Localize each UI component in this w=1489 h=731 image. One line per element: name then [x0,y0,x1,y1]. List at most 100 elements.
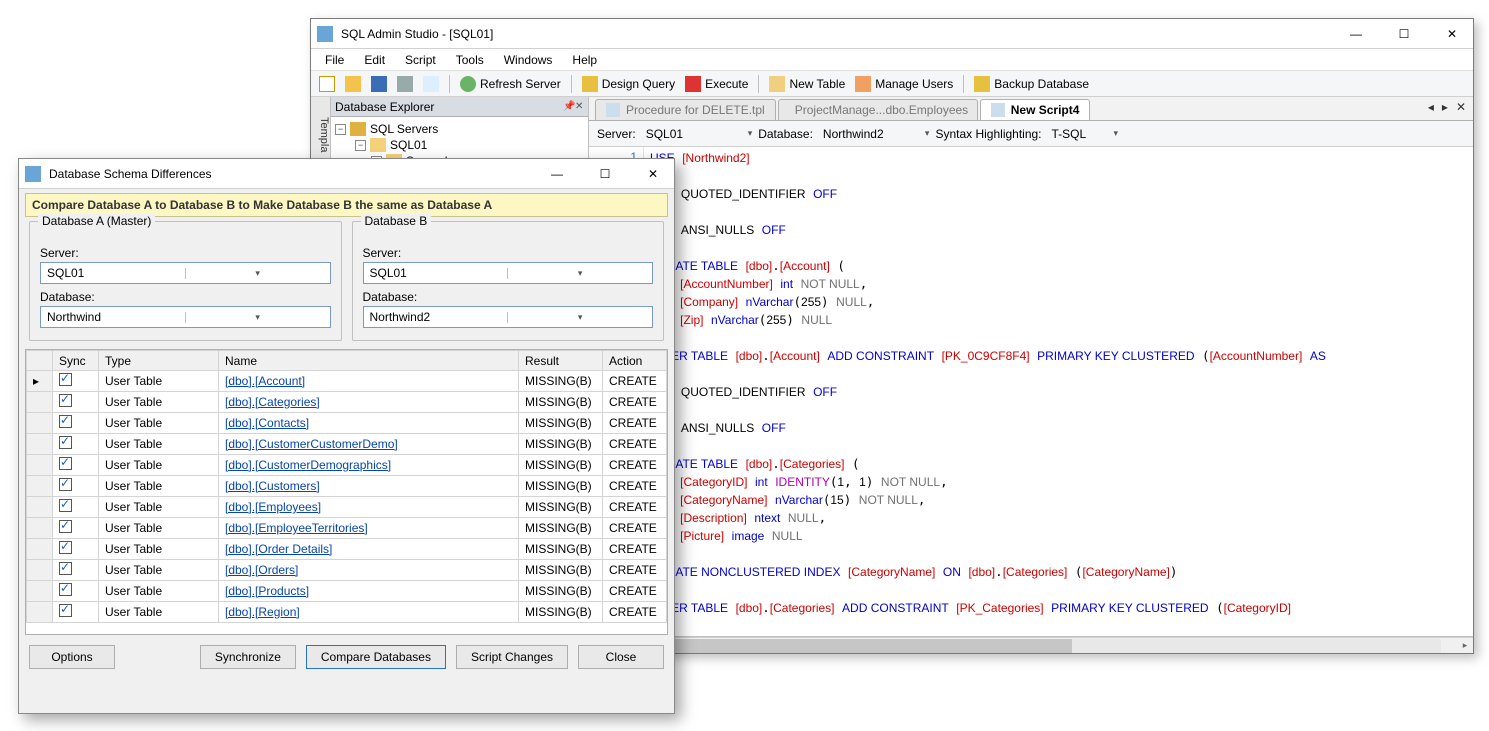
close-dialog-button[interactable]: Close [578,645,664,669]
table-row[interactable]: User Table[dbo].[EmployeeTerritories]MIS… [27,518,667,539]
table-row[interactable]: User Table[dbo].[Account]MISSING(B)CREAT… [27,371,667,392]
sync-cell[interactable] [53,518,99,539]
dialog-minimize-button[interactable]: — [542,164,572,184]
checkbox-icon[interactable] [59,436,72,449]
row-selector[interactable] [27,434,53,455]
col-type[interactable]: Type [99,351,219,371]
object-link[interactable]: [dbo].[Categories] [225,395,320,409]
dropdown-icon[interactable]: ▾ [507,312,652,323]
main-titlebar[interactable]: SQL Admin Studio - [SQL01] — ☐ ✕ [311,19,1473,49]
row-selector[interactable] [27,455,53,476]
dropdown-icon[interactable]: ▾ [1114,128,1119,139]
object-link[interactable]: [dbo].[EmployeeTerritories] [225,521,368,535]
sync-cell[interactable] [53,581,99,602]
tb-save-icon[interactable] [367,74,391,94]
scroll-right-icon[interactable]: ▸ [1457,640,1473,651]
row-selector[interactable] [27,602,53,623]
tab-employees[interactable]: ProjectManage...dbo.Employees [778,99,978,120]
tb-open-icon[interactable] [341,74,365,94]
col-result[interactable]: Result [519,351,603,371]
table-row[interactable]: User Table[dbo].[Employees]MISSING(B)CRE… [27,497,667,518]
checkbox-icon[interactable] [59,457,72,470]
sync-cell[interactable] [53,476,99,497]
object-link[interactable]: [dbo].[CustomerCustomerDemo] [225,437,398,451]
sync-cell[interactable] [53,413,99,434]
minimize-button[interactable]: — [1341,24,1371,44]
checkbox-icon[interactable] [59,415,72,428]
checkbox-icon[interactable] [59,604,72,617]
scroll-thumb[interactable] [621,639,1072,653]
checkbox-icon[interactable] [59,520,72,533]
tab-procedure-delete[interactable]: Procedure for DELETE.tpl [595,99,776,120]
object-link[interactable]: [dbo].[Account] [225,374,305,388]
col-sync[interactable]: Sync [53,351,99,371]
tb-print-icon[interactable] [393,74,417,94]
dropdown-icon[interactable]: ▾ [748,128,753,139]
checkbox-icon[interactable] [59,373,72,386]
object-link[interactable]: [dbo].[Products] [225,584,309,598]
dialog-titlebar[interactable]: Database Schema Differences — ☐ ✕ [19,159,674,189]
tb-copy-icon[interactable] [419,74,443,94]
row-selector[interactable] [27,560,53,581]
table-row[interactable]: User Table[dbo].[Orders]MISSING(B)CREATE [27,560,667,581]
row-selector[interactable] [27,518,53,539]
row-selector[interactable] [27,581,53,602]
menu-tools[interactable]: Tools [448,51,492,69]
table-row[interactable]: User Table[dbo].[Region]MISSING(B)CREATE [27,602,667,623]
name-cell[interactable]: [dbo].[EmployeeTerritories] [219,518,519,539]
tree-server[interactable]: SQL01 [390,138,427,152]
panel-close-icon[interactable]: ✕ [572,101,584,112]
database-b-combo[interactable]: Northwind2▾ [363,306,654,328]
server-a-combo[interactable]: SQL01▾ [40,262,331,284]
name-cell[interactable]: [dbo].[Contacts] [219,413,519,434]
dropdown-icon[interactable]: ▾ [185,268,330,279]
name-cell[interactable]: [dbo].[Categories] [219,392,519,413]
col-action[interactable]: Action [603,351,667,371]
menu-help[interactable]: Help [564,51,605,69]
tb-users[interactable]: Manage Users [851,74,957,94]
menu-file[interactable]: File [317,51,352,69]
dropdown-icon[interactable]: ▾ [925,128,930,139]
name-cell[interactable]: [dbo].[Orders] [219,560,519,581]
horizontal-scrollbar[interactable]: ◂ ▸ [589,637,1473,653]
menu-script[interactable]: Script [397,51,444,69]
table-row[interactable]: User Table[dbo].[Categories]MISSING(B)CR… [27,392,667,413]
dropdown-icon[interactable]: ▾ [185,312,330,323]
compare-databases-button[interactable]: Compare Databases [306,645,446,669]
checkbox-icon[interactable] [59,583,72,596]
server-value[interactable]: SQL01 [642,126,742,142]
checkbox-icon[interactable] [59,478,72,491]
table-row[interactable]: User Table[dbo].[Order Details]MISSING(B… [27,539,667,560]
tb-newtable[interactable]: New Table [765,74,849,94]
sync-cell[interactable] [53,392,99,413]
object-link[interactable]: [dbo].[Customers] [225,479,320,493]
synchronize-button[interactable]: Synchronize [200,645,296,669]
row-selector[interactable] [27,497,53,518]
object-link[interactable]: [dbo].[Contacts] [225,416,309,430]
row-selector[interactable] [27,476,53,497]
script-changes-button[interactable]: Script Changes [456,645,568,669]
object-link[interactable]: [dbo].[Order Details] [225,542,332,556]
options-button[interactable]: Options [29,645,115,669]
tree-root[interactable]: SQL Servers [370,122,438,136]
pin-icon[interactable]: 📌 [560,101,572,112]
sync-cell[interactable] [53,602,99,623]
name-cell[interactable]: [dbo].[Employees] [219,497,519,518]
table-row[interactable]: User Table[dbo].[Customers]MISSING(B)CRE… [27,476,667,497]
tab-close-icon[interactable]: ✕ [1453,100,1469,114]
object-link[interactable]: [dbo].[Orders] [225,563,298,577]
col-name[interactable]: Name [219,351,519,371]
checkbox-icon[interactable] [59,394,72,407]
sync-cell[interactable] [53,455,99,476]
code-editor[interactable]: USE [Northwind2] GO SET QUOTED_IDENTIFIE… [644,147,1473,636]
object-link[interactable]: [dbo].[CustomerDemographics] [225,458,391,472]
dialog-close-button[interactable]: ✕ [638,164,668,184]
name-cell[interactable]: [dbo].[Order Details] [219,539,519,560]
dropdown-icon[interactable]: ▾ [507,268,652,279]
checkbox-icon[interactable] [59,541,72,554]
close-button[interactable]: ✕ [1437,24,1467,44]
tree-expander-icon[interactable]: − [355,140,366,151]
row-selector[interactable] [27,392,53,413]
name-cell[interactable]: [dbo].[CustomerDemographics] [219,455,519,476]
server-b-combo[interactable]: SQL01▾ [363,262,654,284]
